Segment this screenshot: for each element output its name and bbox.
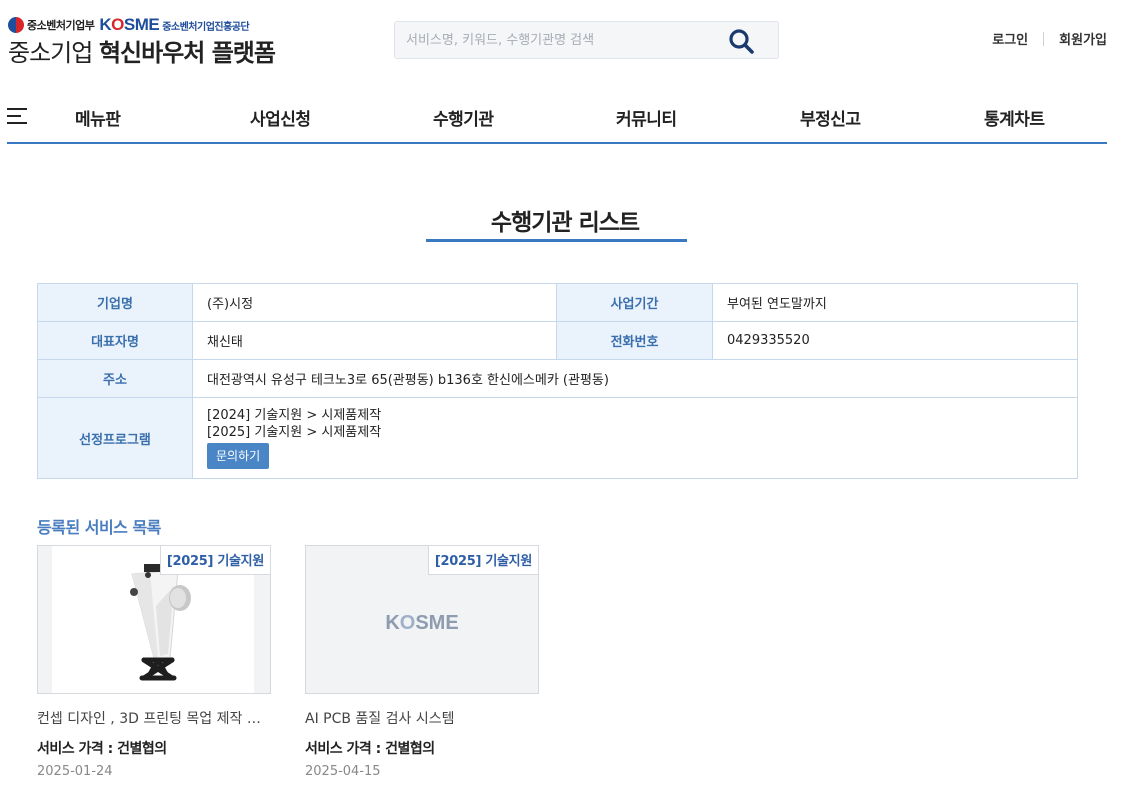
table-row: 기업명 (주)시정 사업기간 부여된 연도말까지: [37, 283, 1078, 322]
phone-label: 전화번호: [556, 321, 713, 360]
site-header: 중소벤처기업부 KOSME 중소벤처기업진흥공단 중소기업 혁신바우처 플랫폼 …: [0, 0, 1130, 75]
program-item: [2024] 기술지원 > 시제품제작: [207, 408, 382, 423]
nav-item-providers[interactable]: 수행기관: [433, 105, 494, 130]
service-thumbnail[interactable]: KOSME [2025] 기술지원: [305, 545, 539, 694]
nav-item-menu[interactable]: 메뉴판: [75, 105, 121, 130]
nav-item-community[interactable]: 커뮤니티: [616, 105, 677, 130]
service-price: 서비스 가격 : 건별협의: [37, 741, 167, 757]
hamburger-menu-icon[interactable]: [7, 108, 27, 124]
company-name-value: (주)시정: [192, 283, 557, 322]
service-date: 2025-01-24: [37, 764, 113, 779]
program-item: [2025] 기술지원 > 시제품제작: [207, 425, 382, 440]
company-name-label: 기업명: [37, 283, 193, 322]
nav-item-report[interactable]: 부정신고: [800, 105, 861, 130]
table-row: 주소 대전광역시 유성구 테크노3로 65(관평동) b136호 한신에스메카 …: [37, 359, 1078, 398]
title-underline: [426, 239, 687, 242]
service-date: 2025-04-15: [305, 764, 381, 779]
company-info-table: 기업명 (주)시정 사업기간 부여된 연도말까지 대표자명 채신태 전화번호 0…: [37, 283, 1078, 479]
service-price: 서비스 가격 : 건별협의: [305, 741, 435, 757]
agency-name: 중소벤처기업진흥공단: [162, 21, 250, 33]
main-nav: 메뉴판 사업신청 수행기관 커뮤니티 부정신고 통계차트: [7, 96, 1107, 144]
site-title-main: 혁신바우처 플랫폼: [98, 39, 276, 67]
category-badge: [2025] 기술지원: [427, 546, 538, 575]
nav-item-apply[interactable]: 사업신청: [250, 105, 311, 130]
page-title: 수행기관 리스트: [490, 210, 640, 236]
service-title[interactable]: AI PCB 품질 검사 시스템: [305, 708, 539, 728]
search-input[interactable]: [395, 22, 715, 58]
category-badge: [2025] 기술지원: [159, 546, 270, 575]
table-row: 선정프로그램 [2024] 기술지원 > 시제품제작 [2025] 기술지원 >…: [37, 397, 1078, 479]
service-thumbnail[interactable]: [2025] 기술지원: [37, 545, 271, 694]
login-link[interactable]: 로그인: [992, 29, 1028, 48]
site-title-prefix: 중소기업: [8, 39, 93, 67]
ceo-value: 채신태: [192, 321, 557, 360]
contact-button[interactable]: 문의하기: [207, 443, 270, 469]
business-period-label: 사업기간: [556, 283, 713, 322]
nav-item-statistics[interactable]: 통계차트: [984, 105, 1045, 130]
service-card[interactable]: [2025] 기술지원 컨셉 디자인 , 3D 프린팅 목업 제작 서비스 서비…: [37, 545, 271, 779]
site-title[interactable]: 중소기업 혁신바우처 플랫폼: [8, 33, 276, 68]
search-icon[interactable]: [728, 28, 754, 54]
address-label: 주소: [37, 359, 193, 398]
business-period-value: 부여된 연도말까지: [712, 283, 1078, 322]
service-title[interactable]: 컨셉 디자인 , 3D 프린팅 목업 제작 서비스: [37, 708, 271, 728]
ceo-label: 대표자명: [37, 321, 193, 360]
ministry-name: 중소벤처기업부: [27, 19, 95, 32]
service-card[interactable]: KOSME [2025] 기술지원 AI PCB 품질 검사 시스템 서비스 가…: [305, 545, 539, 779]
programs-label: 선정프로그램: [37, 397, 193, 479]
services-heading: 등록된 서비스 목록: [37, 518, 161, 537]
phone-value: 0429335520: [712, 321, 1078, 360]
table-row: 대표자명 채신태 전화번호 0429335520: [37, 321, 1078, 360]
programs-cell: [2024] 기술지원 > 시제품제작 [2025] 기술지원 > 시제품제작 …: [192, 397, 1078, 479]
signup-link[interactable]: 회원가입: [1059, 29, 1107, 48]
divider: [1043, 31, 1045, 46]
auth-links: 로그인 회원가입: [992, 29, 1107, 48]
kosme-logo: KOSME: [99, 15, 160, 34]
government-emblem-icon: [8, 17, 24, 33]
kosme-placeholder-logo: KOSME: [385, 612, 459, 634]
address-value: 대전광역시 유성구 테크노3로 65(관평동) b136호 한신에스메카 (관평…: [192, 359, 1078, 398]
logo-group[interactable]: 중소벤처기업부 KOSME 중소벤처기업진흥공단: [8, 15, 250, 34]
search-box: [394, 21, 779, 59]
